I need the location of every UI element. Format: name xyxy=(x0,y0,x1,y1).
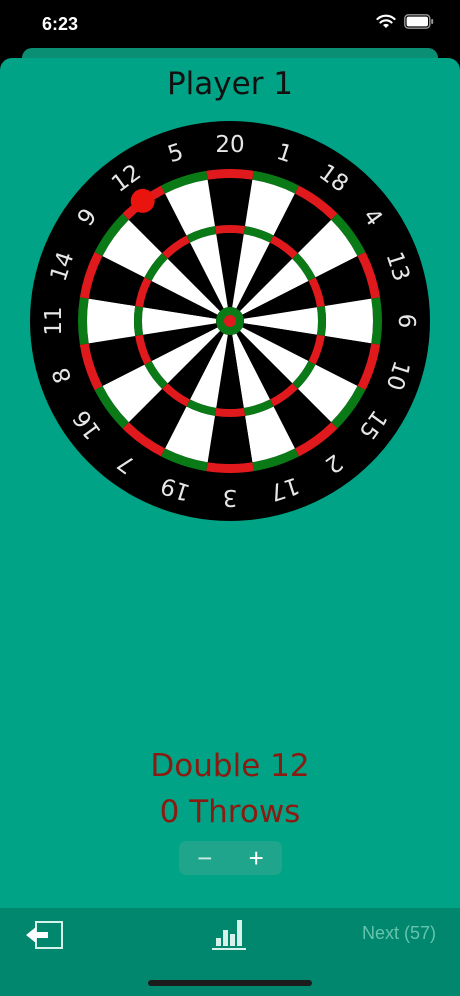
outer-single-segment-20 xyxy=(207,178,253,227)
home-indicator xyxy=(148,980,312,986)
board-number-11: 11 xyxy=(41,306,67,335)
board-number-6: 6 xyxy=(393,314,419,329)
bar-chart-icon xyxy=(212,920,246,950)
outer-single-segment-6 xyxy=(324,298,373,344)
target-label: Double 12 xyxy=(150,748,310,784)
target-marker xyxy=(130,188,155,213)
board-number-20: 20 xyxy=(215,132,244,158)
player-title: Player 1 xyxy=(166,66,294,102)
bullseye xyxy=(224,315,236,327)
status-bar: 6:23 xyxy=(0,0,460,50)
throws-stepper[interactable]: − + xyxy=(179,841,282,875)
next-button[interactable]: Next (57) xyxy=(362,923,436,944)
board-number-3: 3 xyxy=(223,484,238,510)
triple-segment-20 xyxy=(214,225,246,235)
bottom-toolbar: Next (57) xyxy=(0,908,460,996)
dartboard[interactable]: 20 11841361015217319716811149125 xyxy=(30,120,430,522)
statistics-button[interactable] xyxy=(210,916,250,950)
triple-segment-6 xyxy=(316,305,326,337)
increment-button[interactable]: + xyxy=(231,841,283,875)
triple-segment-11 xyxy=(134,305,144,337)
throws-count: 0 Throws xyxy=(159,794,301,830)
exit-button[interactable] xyxy=(22,918,68,952)
outer-single-segment-3 xyxy=(207,415,253,464)
triple-segment-3 xyxy=(214,407,246,417)
status-time: 6:23 xyxy=(42,14,79,34)
outer-single-segment-11 xyxy=(87,298,136,344)
battery-icon xyxy=(404,14,434,29)
decrement-button[interactable]: − xyxy=(179,841,231,875)
wifi-icon xyxy=(376,14,396,28)
status-icons xyxy=(376,14,434,29)
exit-icon xyxy=(26,921,63,949)
